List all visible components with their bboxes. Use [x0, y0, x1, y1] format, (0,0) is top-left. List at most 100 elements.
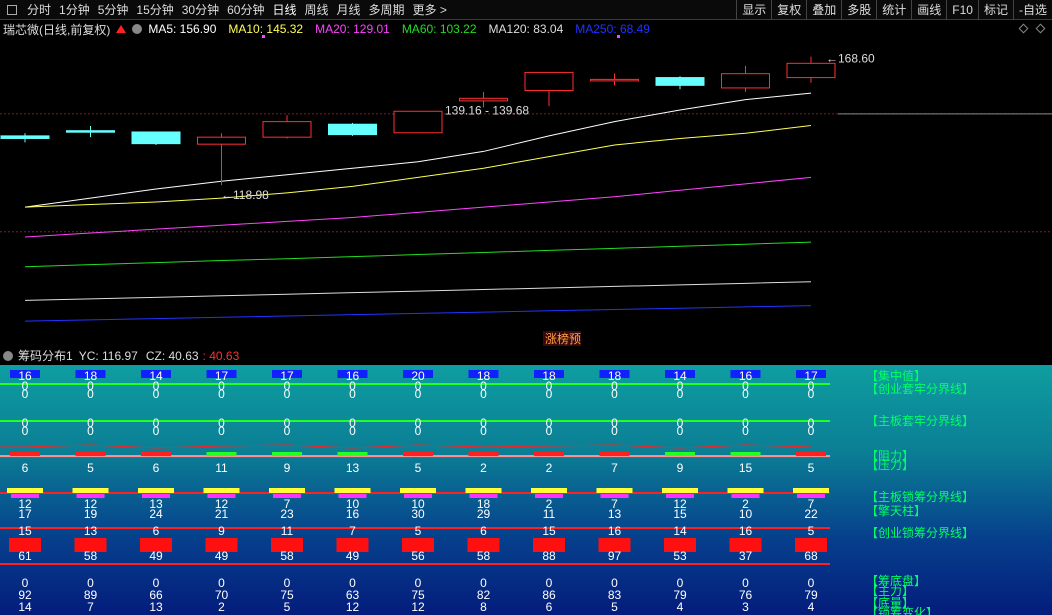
signal-dot — [617, 35, 620, 38]
toolbar-button-5[interactable]: 画线 — [911, 0, 946, 20]
cz-value: CZ: 40.63 — [145, 348, 199, 363]
chip-label-11: 【锁筹变化】 — [866, 606, 939, 615]
tab-8[interactable]: 月线 — [333, 0, 365, 20]
row-zero-d: 0 — [153, 424, 160, 438]
toolbar-button-7[interactable]: 标记 — [977, 0, 1013, 20]
lock-bar-yellow — [596, 488, 633, 493]
row-chip-b: 37 — [739, 549, 753, 563]
row-chip-a: 5 — [415, 524, 422, 538]
ma-line-MA5 — [24, 92, 812, 208]
cz-value-red: : 40.63 — [202, 348, 240, 363]
period-toolbar: 分时 1分钟 5分钟 15分钟 30分钟 60分钟 日线 周线 月线 多周期 更多 > 显示 复权 叠加… — [0, 0, 1052, 20]
row-chip-a: 16 — [739, 524, 753, 538]
row-zero-d: 0 — [22, 424, 29, 438]
tab-3[interactable]: 15分钟 — [132, 0, 177, 20]
chip-label-2: 【主板套牢分界线】 — [866, 414, 975, 428]
toolbar-button-2[interactable]: 叠加 — [806, 0, 841, 20]
lock-bar-yellow — [203, 488, 240, 493]
row-main-c: 5 — [611, 600, 618, 614]
pressure-bar — [10, 452, 40, 456]
pressure-bar — [75, 452, 106, 456]
tab-7[interactable]: 周线 — [300, 0, 332, 20]
pressure-bar — [141, 452, 171, 456]
row-lock-b: 16 — [346, 507, 360, 521]
row-main-c: 3 — [742, 600, 749, 614]
row-chip-a: 16 — [608, 524, 622, 538]
row-pressure: 15 — [739, 461, 753, 475]
lock-bar-yellow — [72, 488, 109, 493]
tab-1[interactable]: 1分钟 — [55, 0, 94, 20]
row-zero-d: 0 — [611, 424, 618, 438]
candle-body — [197, 136, 246, 145]
pressure-bar — [796, 452, 826, 456]
lock-bar-yellow — [531, 488, 567, 493]
row-zero-d: 0 — [284, 424, 291, 438]
row-pressure: 2 — [546, 461, 553, 475]
chip-label-7: 【创业锁筹分界线】 — [866, 526, 975, 540]
toolbar-button-8[interactable]: -自选 — [1013, 0, 1052, 20]
row-lock-b: 22 — [804, 507, 818, 521]
row-chip-a: 6 — [153, 524, 160, 538]
tab-10[interactable]: 更多 > — [409, 0, 451, 20]
pressure-bar — [206, 452, 237, 456]
lock-bar-yellow — [269, 488, 305, 493]
row-lock-b: 24 — [149, 507, 163, 521]
kline-chart[interactable]: ←168.60 ←118.98 139.16 - 139.68 涨榜预 — [0, 20, 1052, 348]
row-zero-b: 0 — [677, 387, 684, 401]
row-chip-b: 58 — [280, 549, 294, 563]
row-chip-b: 49 — [346, 549, 360, 563]
pressure-bar — [337, 452, 368, 456]
row-chip-a: 15 — [542, 524, 556, 538]
tab-6[interactable]: 日线 — [268, 0, 300, 20]
ma-line-MA120 — [24, 281, 812, 301]
resistance-curve — [0, 444, 812, 449]
ma-line-MA250 — [24, 305, 812, 322]
row-zero-d: 0 — [742, 424, 749, 438]
row-pressure: 5 — [808, 461, 815, 475]
pressure-bar — [730, 452, 761, 456]
tab-9[interactable]: 多周期 — [365, 0, 409, 20]
window-square-icon[interactable] — [7, 4, 17, 15]
low-label: ←118.98 — [221, 188, 269, 202]
tab-0[interactable]: 分时 — [23, 0, 55, 20]
row-zero-b: 0 — [87, 387, 94, 401]
row-chip-a: 5 — [808, 524, 815, 538]
row-main-c: 4 — [677, 600, 684, 614]
row-chip-b: 49 — [215, 549, 229, 563]
toolbar-button-6[interactable]: F10 — [946, 0, 978, 20]
tab-2[interactable]: 5分钟 — [94, 0, 133, 20]
row-chip-b: 53 — [673, 549, 687, 563]
row-zero-b: 0 — [808, 387, 815, 401]
chevron-down-icon-2[interactable] — [3, 350, 13, 361]
toolbar-button-1[interactable]: 复权 — [771, 0, 806, 20]
chip-label-1: 【创业套牢分界线】 — [866, 382, 975, 396]
range-label: 139.16 - 139.68 — [445, 103, 529, 117]
toolbar-button-4[interactable]: 统计 — [876, 0, 911, 20]
candle-body — [262, 121, 312, 138]
lock-bar-yellow — [138, 488, 174, 493]
row-chip-a: 9 — [218, 524, 225, 538]
row-lock-b: 30 — [411, 507, 425, 521]
toolbar-button-3[interactable]: 多股 — [841, 0, 876, 20]
row-zero-b: 0 — [22, 387, 29, 401]
row-lock-b: 21 — [215, 507, 229, 521]
candle-body — [393, 110, 443, 134]
row-chip-b: 68 — [804, 549, 818, 563]
tab-5[interactable]: 60分钟 — [223, 0, 268, 20]
row-chip-b: 97 — [608, 549, 622, 563]
row-chip-a: 13 — [84, 524, 98, 538]
row-pressure: 13 — [346, 461, 360, 475]
row-pressure: 11 — [215, 461, 228, 475]
row-chip-a: 14 — [673, 524, 687, 538]
row-zero-d: 0 — [480, 424, 487, 438]
row-lock-b: 19 — [84, 507, 98, 521]
row-chip-a: 7 — [349, 524, 356, 538]
toolbar-button-0[interactable]: 显示 — [736, 0, 771, 20]
row-zero-d: 0 — [677, 424, 684, 438]
row-zero-d: 0 — [87, 424, 94, 438]
candle-body — [131, 131, 181, 145]
row-zero-b: 0 — [415, 387, 422, 401]
row-lock-b: 15 — [673, 507, 687, 521]
tab-4[interactable]: 30分钟 — [178, 0, 223, 20]
row-chip-b: 58 — [84, 549, 98, 563]
